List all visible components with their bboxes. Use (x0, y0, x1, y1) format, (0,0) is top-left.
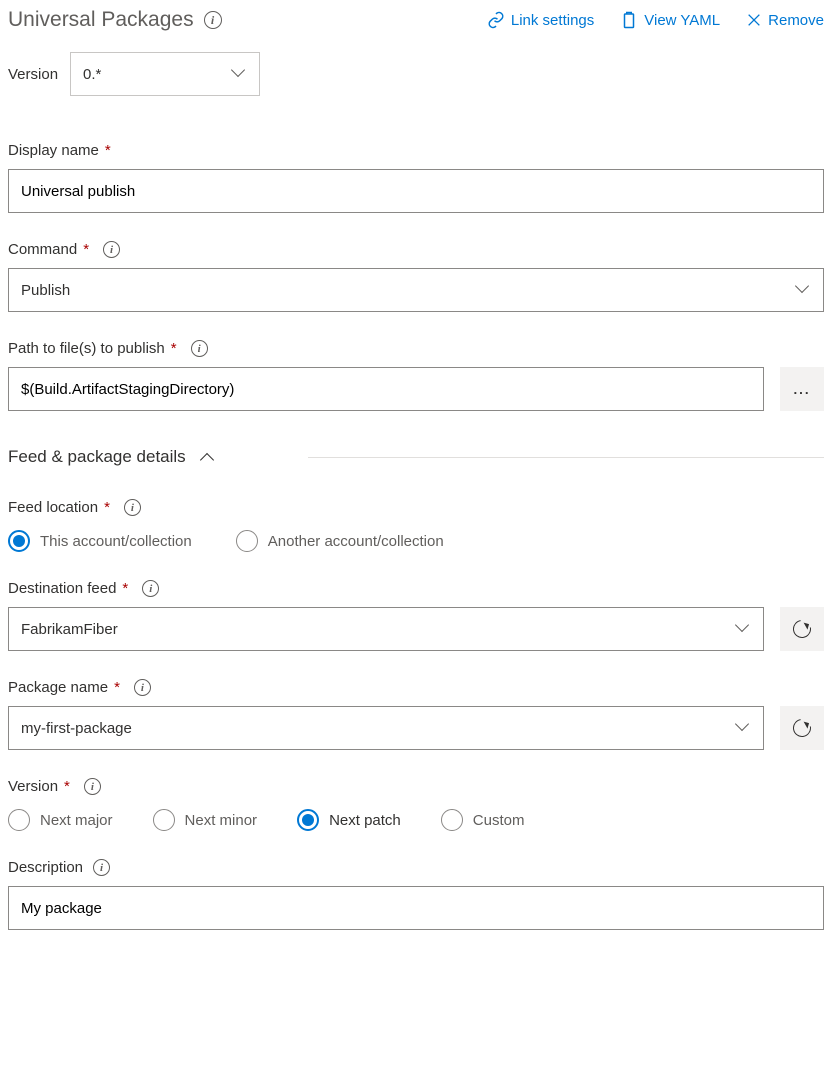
path-field: Path to file(s) to publish * i ... (8, 340, 824, 411)
package-name-label: Package name (8, 679, 108, 696)
info-icon[interactable]: i (142, 580, 159, 597)
version-top-label: Version (8, 66, 58, 83)
chevron-down-icon (797, 283, 811, 297)
feed-section-header[interactable]: Feed & package details (8, 447, 824, 467)
command-select[interactable]: Publish (8, 268, 824, 312)
info-icon[interactable]: i (124, 499, 141, 516)
package-name-field: Package name * i my-first-package (8, 679, 824, 750)
destination-feed-field: Destination feed * i FabrikamFiber (8, 580, 824, 651)
link-settings-label: Link settings (511, 12, 594, 29)
radio-label: Next minor (185, 812, 258, 829)
chevron-down-icon (233, 67, 247, 81)
destination-feed-refresh-button[interactable] (780, 607, 824, 651)
version-patch-radio[interactable]: Next patch (297, 809, 401, 831)
description-field: Description i (8, 859, 824, 930)
section-title: Feed & package details (8, 447, 186, 467)
radio-icon (8, 809, 30, 831)
version-label: Version (8, 778, 58, 795)
radio-icon (441, 809, 463, 831)
section-divider (308, 457, 824, 458)
destination-feed-select[interactable]: FabrikamFiber (8, 607, 764, 651)
required-marker: * (171, 340, 177, 357)
package-name-select[interactable]: my-first-package (8, 706, 764, 750)
feed-location-this-radio[interactable]: This account/collection (8, 530, 192, 552)
required-marker: * (64, 778, 70, 795)
path-input[interactable] (8, 367, 764, 411)
link-settings-button[interactable]: Link settings (487, 11, 594, 29)
version-top-value: 0.* (83, 66, 101, 83)
info-icon[interactable]: i (204, 11, 222, 29)
page-title: Universal Packages (8, 8, 194, 32)
version-custom-radio[interactable]: Custom (441, 809, 525, 831)
feed-location-field: Feed location * i This account/collectio… (8, 499, 824, 552)
chevron-up-icon (196, 450, 212, 465)
info-icon[interactable]: i (191, 340, 208, 357)
version-top-select[interactable]: 0.* (70, 52, 260, 96)
version-field: Version * i Next major Next minor Next p… (8, 778, 824, 831)
required-marker: * (122, 580, 128, 597)
header-actions: Link settings View YAML Remove (487, 11, 824, 29)
version-minor-radio[interactable]: Next minor (153, 809, 258, 831)
required-marker: * (114, 679, 120, 696)
task-header: Universal Packages i Link settings View … (8, 8, 824, 32)
radio-icon (236, 530, 258, 552)
command-field: Command * i Publish (8, 241, 824, 312)
view-yaml-label: View YAML (644, 12, 720, 29)
radio-icon (153, 809, 175, 831)
description-label: Description (8, 859, 83, 876)
ellipsis-icon: ... (793, 382, 810, 397)
radio-label: This account/collection (40, 533, 192, 550)
info-icon[interactable]: i (93, 859, 110, 876)
close-icon (746, 12, 762, 28)
link-icon (487, 11, 505, 29)
description-input[interactable] (8, 886, 824, 930)
refresh-icon (789, 715, 814, 740)
display-name-field: Display name * (8, 142, 824, 213)
display-name-label: Display name (8, 142, 99, 159)
path-label: Path to file(s) to publish (8, 340, 165, 357)
radio-icon (8, 530, 30, 552)
required-marker: * (105, 142, 111, 159)
radio-icon (297, 809, 319, 831)
version-major-radio[interactable]: Next major (8, 809, 113, 831)
info-icon[interactable]: i (84, 778, 101, 795)
radio-label: Custom (473, 812, 525, 829)
required-marker: * (104, 499, 110, 516)
radio-label: Another account/collection (268, 533, 444, 550)
destination-feed-label: Destination feed (8, 580, 116, 597)
chevron-down-icon (737, 721, 751, 735)
feed-location-label: Feed location (8, 499, 98, 516)
package-name-refresh-button[interactable] (780, 706, 824, 750)
remove-label: Remove (768, 12, 824, 29)
command-value: Publish (21, 282, 70, 299)
feed-location-another-radio[interactable]: Another account/collection (236, 530, 444, 552)
info-icon[interactable]: i (103, 241, 120, 258)
destination-feed-value: FabrikamFiber (21, 621, 118, 638)
path-browse-button[interactable]: ... (780, 367, 824, 411)
header-left: Universal Packages i (8, 8, 222, 32)
chevron-down-icon (737, 622, 751, 636)
radio-label: Next patch (329, 812, 401, 829)
clipboard-icon (620, 11, 638, 29)
info-icon[interactable]: i (134, 679, 151, 696)
display-name-input[interactable] (8, 169, 824, 213)
view-yaml-button[interactable]: View YAML (620, 11, 720, 29)
remove-button[interactable]: Remove (746, 12, 824, 29)
package-name-value: my-first-package (21, 720, 132, 737)
command-label: Command (8, 241, 77, 258)
refresh-icon (789, 616, 814, 641)
radio-label: Next major (40, 812, 113, 829)
version-top-row: Version 0.* (8, 52, 824, 96)
required-marker: * (83, 241, 89, 258)
